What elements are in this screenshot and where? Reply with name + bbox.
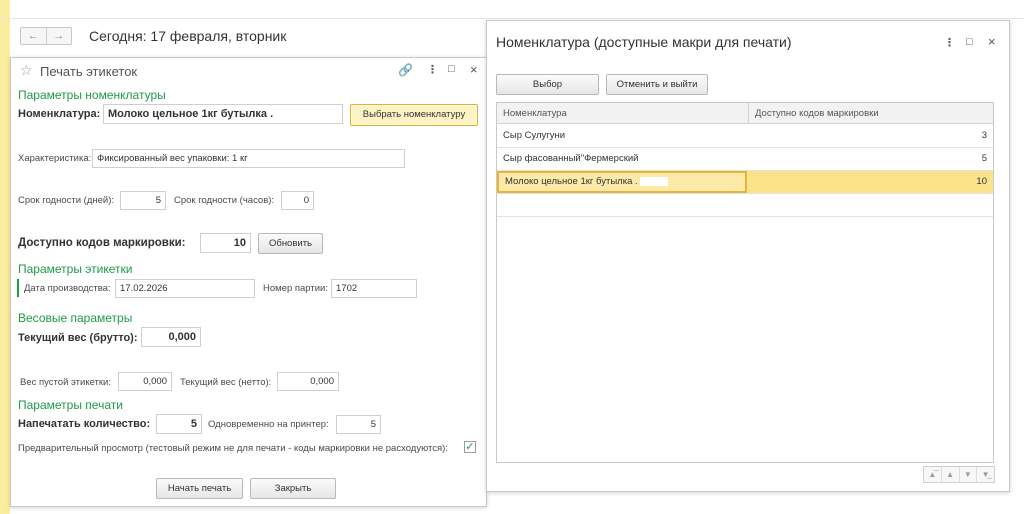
empty-label-weight-field[interactable]: 0,000 [118, 372, 172, 391]
more-menu-icon[interactable]: ⋮ [944, 36, 955, 49]
close-icon[interactable]: × [470, 62, 478, 77]
row-count: 5 [981, 153, 987, 164]
window-title: Печать этикеток [40, 64, 138, 79]
arrow-right-icon[interactable]: → [45, 28, 72, 44]
left-panel-strip [0, 0, 10, 514]
print-quantity-field[interactable]: 5 [156, 414, 202, 434]
batch-number-label: Номер партии: [263, 283, 328, 294]
nomenclature-table: Номенклатура Доступно кодов маркировки С… [496, 102, 994, 463]
shelf-hours-label: Срок годности (часов): [174, 195, 275, 206]
top-divider [0, 18, 1024, 19]
table-row[interactable]: Сыр фасованный"Фермерский 5 [497, 148, 993, 171]
row-count: 10 [976, 176, 987, 187]
shelf-days-field[interactable]: 5 [120, 191, 166, 210]
table-row-selected[interactable]: Молоко цельное 1кг бутылка . 10 [497, 171, 993, 194]
shelf-hours-field[interactable]: 0 [281, 191, 314, 210]
focus-marker [17, 279, 19, 297]
section-nomenclature-params: Параметры номенклатуры [18, 88, 166, 102]
preview-checkbox[interactable]: ✓ [464, 441, 476, 453]
production-date-field[interactable]: 17.02.2026 [115, 279, 255, 298]
characteristic-field[interactable]: Фиксированный вес упаковки: 1 кг [92, 149, 405, 168]
refresh-button[interactable]: Обновить [258, 233, 323, 254]
simultaneous-label: Одновременно на принтер: [208, 419, 329, 430]
scroll-bottom-icon[interactable]: ▼̲ [976, 467, 994, 482]
nomenclature-label: Номенклатура: [18, 108, 101, 120]
table-row[interactable]: Сыр Сулугуни 3 [497, 125, 993, 148]
nomenclature-field[interactable]: Молоко цельное 1кг бутылка . [103, 104, 343, 124]
redacted-mask [567, 130, 638, 140]
maximize-icon[interactable]: □ [448, 63, 455, 75]
characteristic-label: Характеристика: [18, 153, 92, 164]
redacted-mask [639, 176, 668, 186]
select-nomenclature-button[interactable]: Выбрать номенклатуру [350, 104, 478, 126]
more-menu-icon[interactable]: ⋮ [427, 63, 438, 76]
today-date: Сегодня: 17 февраля, вторник [89, 28, 287, 44]
section-label-params: Параметры этикетки [18, 262, 133, 276]
print-quantity-label: Напечатать количество: [18, 418, 151, 430]
arrow-left-icon[interactable]: ← [21, 28, 46, 44]
shelf-days-label: Срок годности (дней): [18, 195, 115, 206]
nomenclature-window-title: Номенклатура (доступные макри для печати… [496, 34, 792, 50]
available-codes-label: Доступно кодов маркировки: [18, 237, 186, 249]
net-weight-field[interactable]: 0,000 [277, 372, 339, 391]
close-button[interactable]: Закрыть [250, 478, 336, 499]
start-print-button[interactable]: Начать печать [156, 478, 243, 499]
section-weight-params: Весовые параметры [18, 311, 133, 325]
batch-number-field[interactable]: 1702 [331, 279, 417, 298]
star-icon[interactable]: ☆ [20, 62, 33, 79]
row-count: 3 [981, 130, 987, 141]
net-weight-label: Текущий вес (нетто): [180, 377, 272, 388]
row-name: Молоко цельное 1кг бутылка . [497, 171, 747, 193]
production-date-label: Дата производства: [24, 283, 111, 294]
scroll-top-icon[interactable]: ▲̅ [924, 467, 941, 482]
simultaneous-field[interactable]: 5 [336, 415, 381, 434]
maximize-icon[interactable]: □ [966, 36, 973, 48]
nomenclature-value: Молоко цельное 1кг бутылка . [108, 108, 274, 120]
redacted-mask [275, 109, 304, 119]
section-print-params: Параметры печати [18, 398, 123, 412]
link-icon[interactable]: 🔗 [398, 63, 413, 77]
gross-weight-field[interactable]: 0,000 [141, 327, 201, 347]
table-header: Номенклатура Доступно кодов маркировки [497, 103, 993, 124]
scroll-down-icon[interactable]: ▼ [958, 467, 977, 482]
choose-button[interactable]: Выбор [496, 74, 599, 95]
history-navigation: ← → [20, 27, 72, 45]
empty-label-weight-label: Вес пустой этикетки: [20, 377, 112, 388]
gross-weight-label: Текущий вес (брутто): [18, 332, 138, 344]
available-codes-field: 10 [200, 233, 251, 253]
close-icon[interactable]: × [988, 34, 996, 49]
row-name: Сыр фасованный"Фермерский [503, 153, 639, 164]
column-header-available-codes[interactable]: Доступно кодов маркировки [748, 103, 995, 124]
cancel-exit-button[interactable]: Отменить и выйти [606, 74, 708, 95]
scroll-up-icon[interactable]: ▲ [940, 467, 959, 482]
column-header-nomenclature[interactable]: Номенклатура [497, 103, 747, 124]
table-scroll-controls: ▲̅ ▲ ▼ ▼̲ [923, 466, 995, 483]
table-row-empty [497, 194, 993, 217]
row-name: Сыр Сулугуни [497, 125, 747, 147]
preview-label: Предварительный просмотр (тестовый режим… [18, 443, 448, 454]
